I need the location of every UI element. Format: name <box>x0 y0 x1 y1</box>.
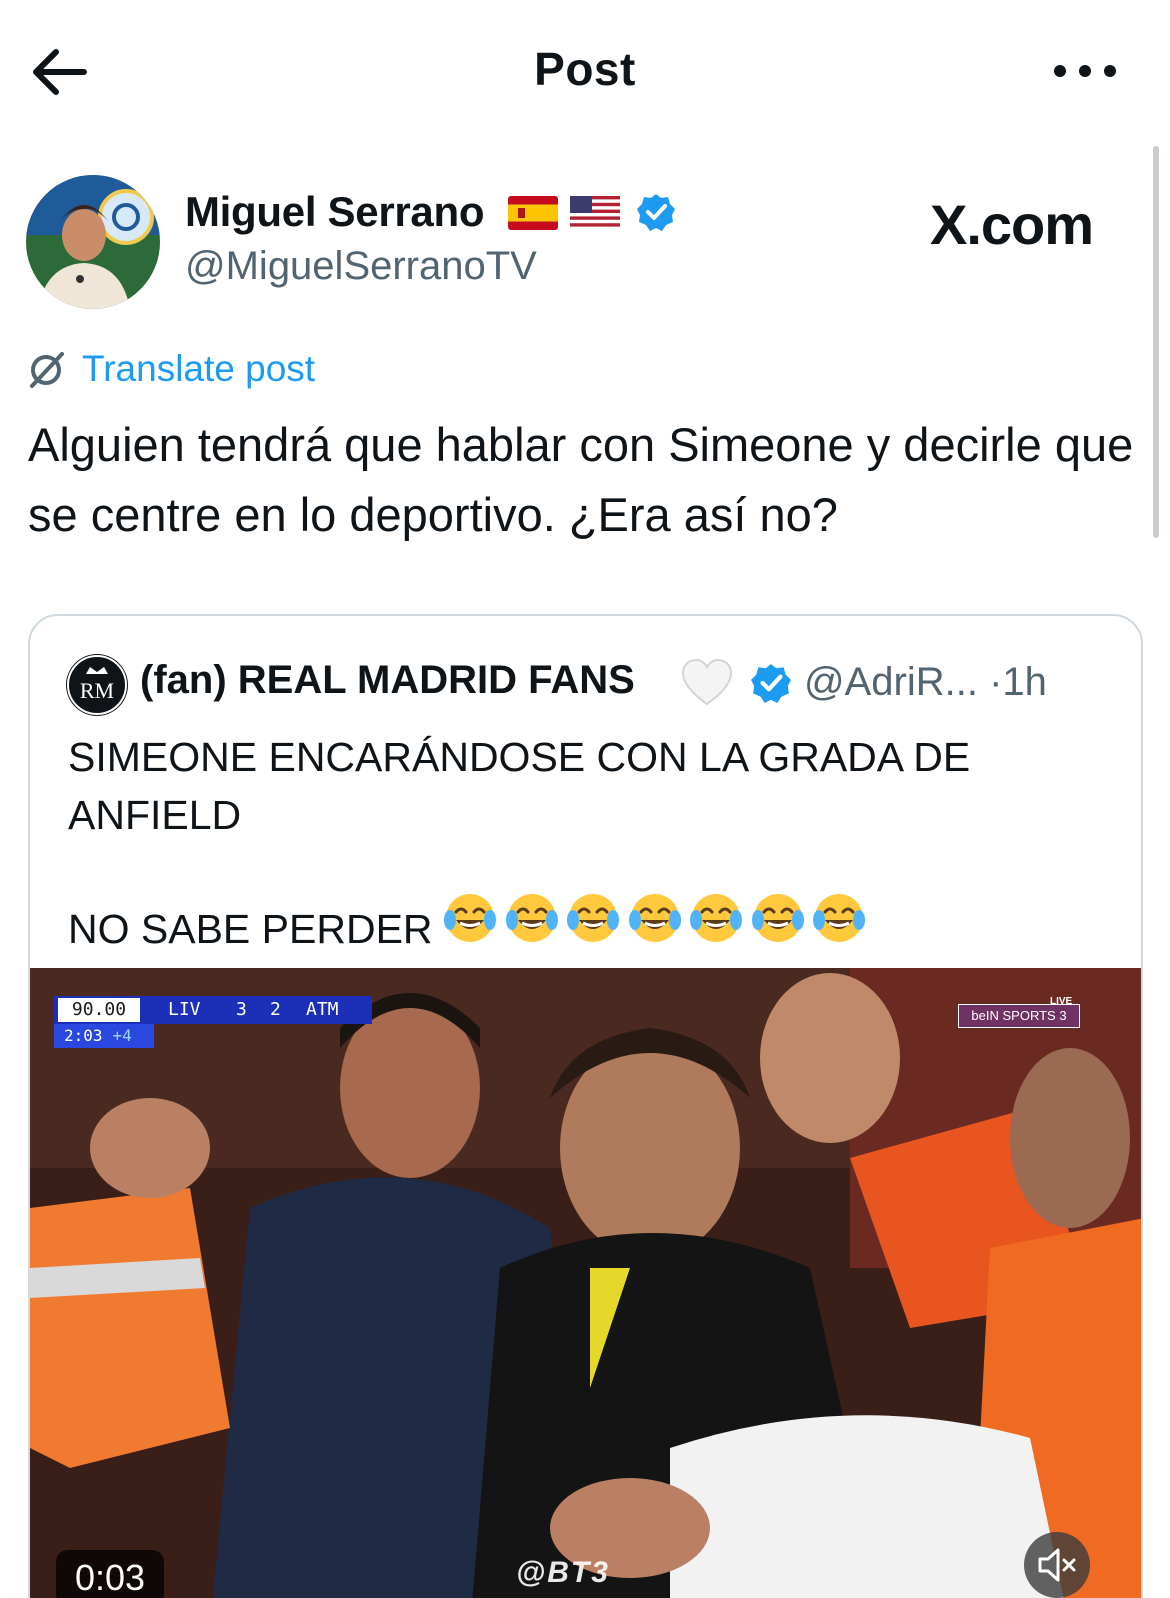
home-team: LIV <box>168 999 201 1020</box>
tears-of-joy-emoji-icon <box>751 894 804 942</box>
post-page: Post Miguel Serrano @MiguelSerranoTV X.c… <box>0 0 1170 1598</box>
verified-badge-icon <box>751 664 791 703</box>
post-text: Alguien tendrá que hablar con Simeone y … <box>28 418 1134 541</box>
spain-flag-icon <box>508 196 558 230</box>
top-bar: Post <box>0 0 1170 140</box>
quoted-text: SIMEONE ENCARÁNDOSE CON LA GRADA DE ANFI… <box>68 734 971 838</box>
author-avatar[interactable] <box>26 175 160 309</box>
page-title: Post <box>534 43 636 95</box>
match-score: LIV 3 2 ATM <box>146 996 372 1024</box>
tears-of-joy-emoji-icon <box>567 894 619 942</box>
tears-of-joy-emoji-icon <box>444 894 496 942</box>
video-duration: 0:03 <box>56 1550 164 1598</box>
away-score: 2 <box>270 999 281 1020</box>
quoted-timestamp: 1h <box>1002 660 1047 704</box>
scorebug-extra: 2:03 +4 <box>54 1024 154 1048</box>
broadcaster-logo: beIN SPORTS 3 <box>958 1004 1080 1028</box>
author-handle[interactable]: @MiguelSerranoTV <box>185 244 537 289</box>
added-time: +4 <box>112 1026 132 1045</box>
white-heart-icon <box>681 658 733 706</box>
quoted-author-name[interactable]: (fan) REAL MADRID FANS <box>140 658 635 703</box>
more-horizontal-icon <box>1054 65 1116 77</box>
quoted-post[interactable]: RM (fan) REAL MADRID FANS @AdriR... ·1h … <box>28 614 1143 1598</box>
away-team: ATM <box>306 999 339 1020</box>
scrollbar[interactable] <box>1153 146 1159 538</box>
video-frame <box>30 968 1141 1598</box>
translate-icon <box>30 352 64 388</box>
quoted-text-line2: NO SABE PERDER <box>68 906 433 952</box>
verified-badge-icon <box>637 194 675 231</box>
scorebug: 90.00 LIV 3 2 ATM 2:03 +4 <box>54 996 372 1052</box>
usa-flag-icon <box>570 196 620 230</box>
more-options-button[interactable] <box>1050 58 1120 88</box>
home-score: 3 <box>236 999 247 1020</box>
translate-post-link[interactable]: Translate post <box>82 348 315 390</box>
tears-of-joy-emoji-icon <box>628 894 681 942</box>
tears-of-joy-emoji-icon <box>690 894 742 942</box>
quoted-avatar-text: RM <box>79 678 115 703</box>
video-watermark: @BT3 <box>516 1556 610 1589</box>
mute-button[interactable] <box>1024 1532 1090 1598</box>
avatar-photo <box>26 175 160 309</box>
extra-clock: 2:03 <box>64 1026 103 1045</box>
meta-separator: · <box>989 660 1003 704</box>
quoted-meta[interactable]: @AdriR... ·1h <box>804 660 1047 705</box>
speaker-muted-icon <box>1038 1548 1076 1582</box>
match-clock: 90.00 <box>58 998 140 1022</box>
tears-of-joy-emoji-icon <box>813 894 865 942</box>
tears-of-joy-emoji-icon <box>505 894 558 942</box>
scorebug-main: 90.00 LIV 3 2 ATM <box>54 996 372 1024</box>
quoted-author-handle: @AdriR... <box>804 660 978 704</box>
video-player[interactable]: 90.00 LIV 3 2 ATM 2:03 +4 LIVE beIN SPORT… <box>30 968 1141 1598</box>
site-watermark: X.com <box>930 193 1094 256</box>
quoted-author-avatar[interactable]: RM <box>66 654 128 716</box>
author-name[interactable]: Miguel Serrano <box>185 188 485 236</box>
